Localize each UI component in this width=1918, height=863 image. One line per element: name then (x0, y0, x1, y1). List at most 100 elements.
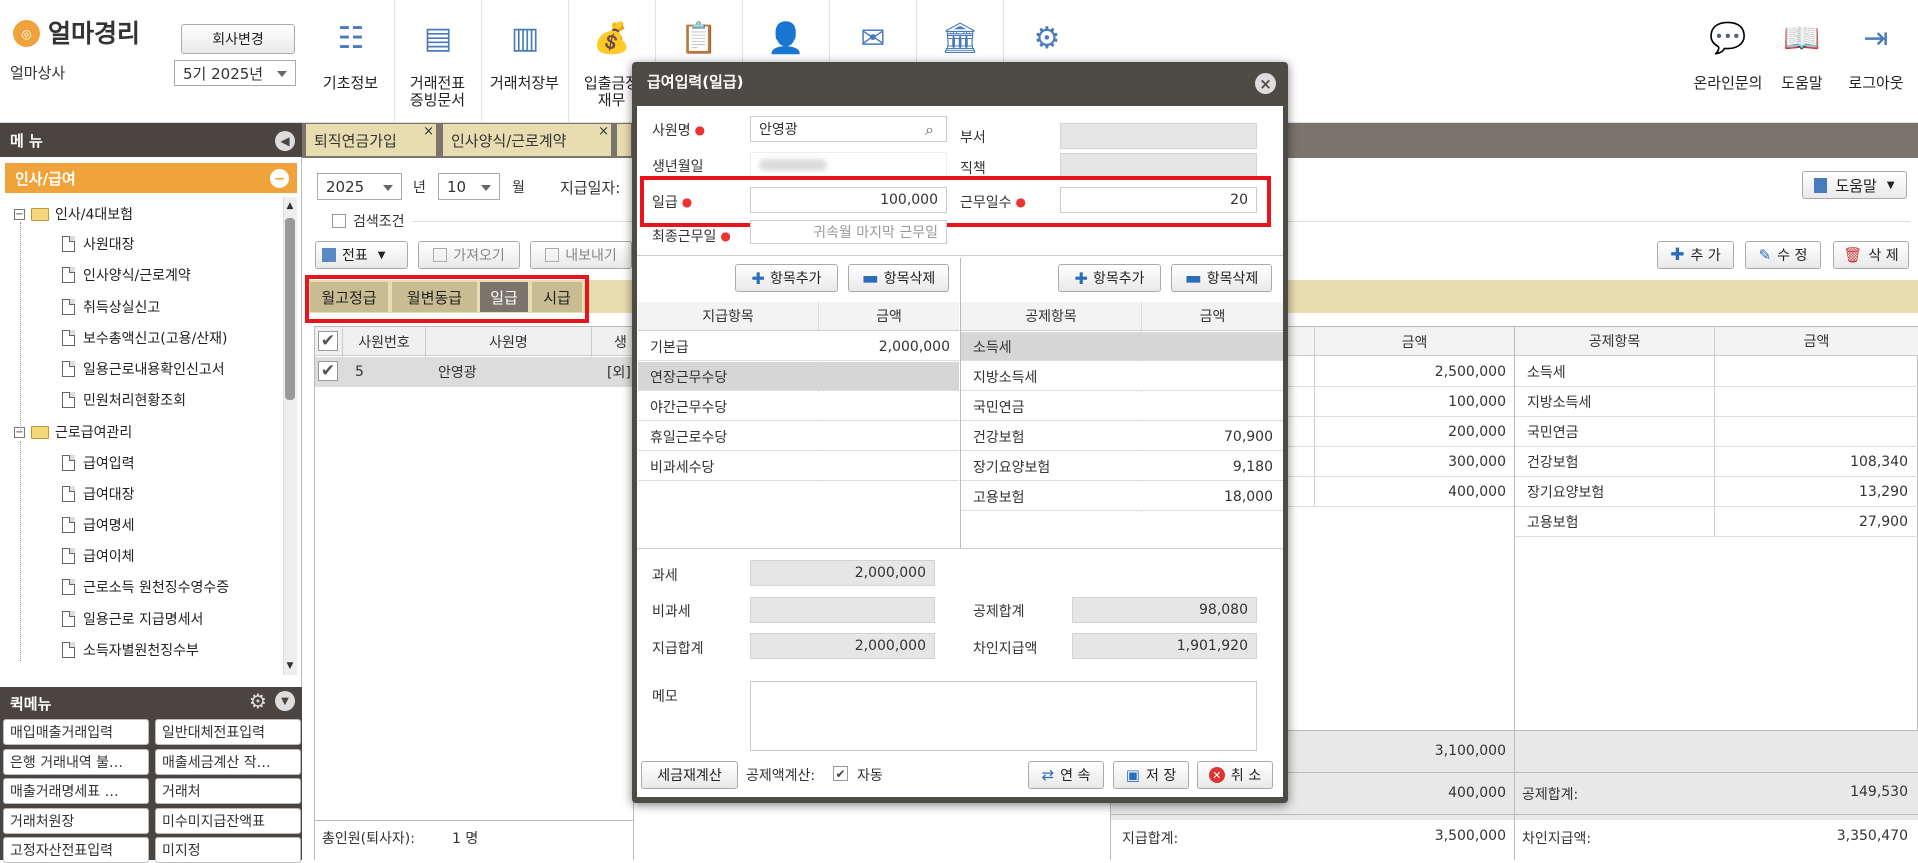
save-button[interactable]: ▣ 저 장 (1113, 761, 1189, 789)
sidebar-item[interactable]: 인사양식/근로계약 (62, 264, 191, 286)
money-bag-icon[interactable]: 💰 (592, 18, 632, 58)
deduct-item: 소득세 (973, 339, 1012, 356)
basic-info-icon[interactable]: ☷ (331, 18, 371, 58)
pay-amount (819, 422, 950, 451)
voucher-dropdown[interactable]: 전표 ▼ (315, 241, 408, 269)
quick-menu-item[interactable]: 매출거래명세표 … (3, 778, 149, 804)
emp-name-field[interactable]: 안영광 (750, 116, 947, 142)
recalc-tax-button[interactable]: 세금재계산 (641, 761, 738, 789)
tab-hr-forms[interactable]: 인사양식/근로계약 × (443, 124, 611, 156)
cancel-button[interactable]: ✕ 취 소 (1197, 761, 1273, 789)
collapse-icon[interactable]: − (14, 208, 25, 220)
deduct-del-item-button[interactable]: ▬ 항목삭제 (1171, 264, 1272, 292)
bg-pay-amount: 400,000 (1448, 484, 1506, 500)
folder-icon (31, 425, 49, 439)
edit-button[interactable]: ✎ 수 정 (1745, 241, 1821, 269)
sidebar-item[interactable]: 근로소득 원천징수영수증 (62, 576, 229, 598)
minus-icon: ▬ (1184, 267, 1202, 289)
delete-button[interactable]: 🗑 삭 제 (1833, 241, 1909, 269)
sidebar-item[interactable]: 보수총액신고(고용/산재) (62, 327, 227, 349)
sidebar-item[interactable]: 급여이체 (62, 545, 135, 567)
change-company-button[interactable]: 회사변경 (181, 24, 295, 54)
quick-menu-item[interactable]: 거래처원장 (3, 807, 149, 834)
sidebar-item[interactable]: 사원대장 (62, 233, 135, 255)
search-icon[interactable]: ⌕ (925, 120, 934, 140)
logout-icon[interactable]: ⇥ (1856, 18, 1896, 58)
help-dropdown[interactable]: 도움말 ▼ (1802, 171, 1907, 199)
pay-del-item-button[interactable]: ▬ 항목삭제 (848, 264, 949, 292)
scroll-down-icon[interactable]: ▼ (283, 659, 297, 673)
net-pay-field: 1,901,920 (1072, 633, 1257, 659)
collapse-sidebar-icon[interactable]: ◀ (275, 131, 295, 151)
quick-menu-item[interactable]: 거래처 (155, 778, 301, 804)
sidebar-item[interactable]: 취득상실신고 (62, 296, 160, 318)
row-checkbox[interactable]: ✔ (318, 361, 338, 381)
pay-add-item-button[interactable]: ✚ 항목추가 (735, 264, 838, 292)
sidebar-scroll-thumb[interactable] (285, 218, 295, 400)
month-select[interactable]: 10 (438, 173, 500, 200)
settings-gear-icon[interactable]: ⚙ (1027, 18, 1067, 58)
quick-menu-item[interactable]: 매입매출거래입력 (3, 719, 149, 745)
memo-field[interactable] (750, 681, 1257, 751)
tab-retirement-pension[interactable]: 퇴직연금가입 × (306, 124, 436, 156)
quick-menu-item[interactable]: 고정자산전표입력 (3, 837, 149, 863)
year-select[interactable]: 2025 (317, 173, 402, 200)
scroll-up-icon[interactable]: ▲ (283, 199, 297, 213)
employee-icon[interactable]: 👤 (766, 18, 806, 58)
bank-icon[interactable]: 🏛 (940, 18, 980, 58)
select-all-checkbox[interactable]: ✔ (318, 331, 338, 351)
auto-calc-checkbox[interactable]: ✔ (833, 766, 848, 781)
birth-field[interactable] (750, 152, 947, 178)
tree-folder[interactable]: − 근로급여관리 (14, 421, 132, 443)
sidebar-section[interactable]: 인사/급여 (5, 163, 297, 193)
quick-menu-item[interactable]: 미지정 (155, 837, 301, 863)
minus-icon: ▬ (861, 267, 879, 289)
clipboard-icon[interactable]: 📋 (679, 18, 719, 58)
sidebar-item[interactable]: 일용근로내용확인신고서 (62, 358, 225, 380)
toolbar-right-label[interactable]: 도움말 (1766, 75, 1838, 92)
quick-menu-item[interactable]: 일반대체전표입력 (155, 719, 301, 745)
summary-divider (1515, 814, 1918, 815)
tab-partial[interactable] (617, 124, 631, 156)
dialog-close-icon[interactable]: × (1255, 73, 1276, 94)
toolbar-label[interactable]: 거래처장부 (481, 75, 568, 92)
import-button[interactable]: 가져오기 (418, 241, 520, 269)
tab-close-icon[interactable]: × (598, 124, 609, 139)
quick-menu-item[interactable]: 은행 거래내역 불… (3, 748, 149, 775)
add-button[interactable]: ✚ 추 가 (1657, 241, 1734, 269)
quick-menu-item[interactable]: 매출세금계산 작… (155, 748, 301, 775)
toolbar-label[interactable]: 거래전표 증빙문서 (394, 75, 481, 109)
online-support-icon[interactable]: 💬 (1708, 18, 1748, 58)
ledger-icon[interactable]: ▥ (505, 18, 545, 58)
export-button[interactable]: 내보내기 (530, 241, 632, 269)
sidebar-item[interactable]: 민원처리현황조회 (62, 389, 186, 411)
last-workday-label: 최종근무일 ● (652, 229, 731, 245)
tab-close-icon[interactable]: × (423, 124, 434, 139)
memo-label: 메모 (652, 689, 678, 705)
tree-folder[interactable]: − 인사/4대보험 (14, 203, 133, 225)
pay-amount (819, 362, 950, 391)
sidebar-item[interactable]: 급여대장 (62, 483, 135, 505)
deduct-item: 건강보험 (973, 429, 1025, 446)
sidebar-item[interactable]: 급여명세 (62, 514, 135, 536)
search-condition-checkbox[interactable] (332, 214, 346, 228)
period-select[interactable]: 5기 2025년 (174, 60, 296, 86)
sidebar-item[interactable]: 급여입력 (62, 452, 135, 474)
last-workday-field[interactable]: 귀속월 마지막 근무일 (750, 220, 947, 244)
deduct-add-item-button[interactable]: ✚ 항목추가 (1058, 264, 1161, 292)
toolbar-right-label[interactable]: 로그아웃 (1840, 75, 1912, 92)
voucher-icon[interactable]: ▤ (418, 18, 458, 58)
help-book-icon[interactable]: 📖 (1782, 18, 1822, 58)
employee-table (314, 326, 634, 860)
quick-menu-item[interactable]: 미수미지급잔액표 (155, 807, 301, 834)
section-collapse-icon[interactable]: − (270, 169, 289, 188)
quick-settings-icon[interactable]: ⚙ (247, 689, 269, 713)
toolbar-label[interactable]: 기초정보 (307, 75, 394, 92)
tax-icon[interactable]: ✉ (853, 18, 893, 58)
quick-expand-icon[interactable]: ▼ (275, 691, 295, 711)
continue-button[interactable]: ⇄ 연 속 (1028, 761, 1104, 789)
sidebar-item[interactable]: 일용근로 지급명세서 (62, 608, 203, 630)
sidebar-item[interactable]: 소득자별원천징수부 (62, 639, 199, 661)
nontaxable-label: 비과세 (652, 604, 691, 620)
document-icon (62, 517, 75, 533)
